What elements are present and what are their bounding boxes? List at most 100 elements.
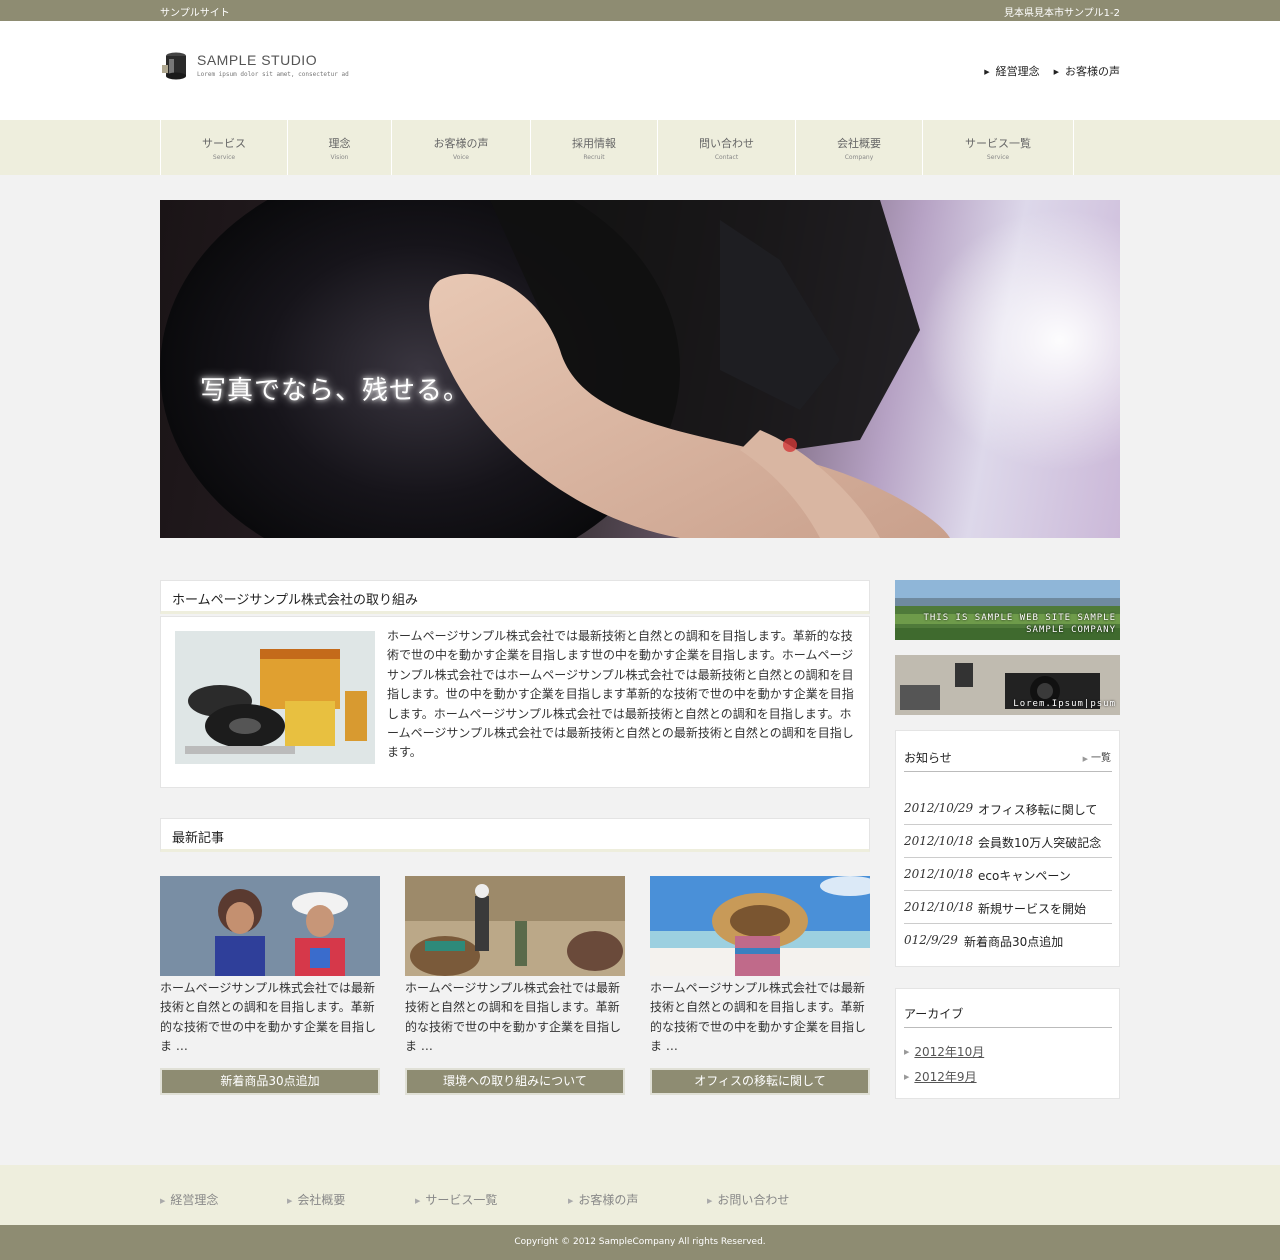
news-item[interactable]: 2012/10/18 新規サービスを開始 bbox=[904, 891, 1112, 924]
article-button[interactable]: オフィスの移転に関して bbox=[650, 1068, 870, 1095]
archive-item[interactable]: ▶ 2012年9月 bbox=[904, 1068, 977, 1085]
news-date: 2012/10/18 bbox=[904, 834, 974, 848]
footer-link-service-list[interactable]: ▶ サービス一覧 bbox=[415, 1191, 497, 1208]
global-nav: サービス Service 理念 Vision お客様の声 Voice 採用情報 Recr… bbox=[0, 120, 1280, 175]
film-canister-icon bbox=[162, 52, 186, 80]
header-link-philosophy[interactable]: ▶ 経営理念 bbox=[984, 63, 1039, 79]
beach-hat-photo[interactable] bbox=[650, 876, 870, 976]
triangle-right-icon: ▶ bbox=[160, 1197, 166, 1205]
article-card: ホームページサンプル株式会社では最新技術と自然との調和を目指します。革新的な技術… bbox=[650, 876, 870, 1095]
banner-sample-web[interactable]: THIS IS SAMPLE WEB SITE SAMPLE SAMPLE CO… bbox=[895, 580, 1120, 640]
nav-sublabel: Voice bbox=[453, 154, 469, 161]
top-bar: サンプルサイト 見本県見本市サンプル1-2 bbox=[0, 0, 1280, 21]
banner-line-1: THIS IS SAMPLE WEB SITE SAMPLE bbox=[923, 613, 1116, 623]
news-more-label: 一覧 bbox=[1091, 753, 1111, 764]
news-title: お知らせ bbox=[904, 751, 952, 765]
nav-label: 会社概要 bbox=[837, 137, 881, 150]
article-button[interactable]: 新着商品30点追加 bbox=[160, 1068, 380, 1095]
logo[interactable]: SAMPLE STUDIO Lorem ipsum dolor sit amet… bbox=[160, 49, 360, 85]
nav-sublabel: Service bbox=[986, 154, 1010, 161]
camera-illustration bbox=[160, 200, 1120, 538]
triangle-right-icon: ▶ bbox=[568, 1197, 574, 1205]
triangle-right-icon: ▶ bbox=[904, 1073, 910, 1081]
news-item[interactable]: 2012/10/18 ecoキャンペーン bbox=[904, 858, 1112, 891]
nav-item-contact[interactable]: 問い合わせ Contact bbox=[658, 120, 796, 175]
news-box: お知らせ ▶ 一覧 2012/10/29 オフィス移転に関して 2012/10/18… bbox=[895, 730, 1120, 967]
logo-title: SAMPLE STUDIO bbox=[197, 52, 318, 68]
article-button[interactable]: 環境への取り組みについて bbox=[405, 1068, 625, 1095]
nav-label: サービス一覧 bbox=[965, 137, 1031, 150]
archive-label: 2012年9月 bbox=[914, 1070, 977, 1084]
about-text: ホームページサンプル株式会社では最新技術と自然との調和を目指します。革新的な技術… bbox=[387, 629, 854, 760]
header-link-label: お客様の声 bbox=[1065, 65, 1120, 78]
nav-label: 問い合わせ bbox=[699, 137, 754, 150]
latest-heading-bar: 最新記事 bbox=[160, 818, 870, 852]
footer-link-philosophy[interactable]: ▶ 経営理念 bbox=[160, 1191, 218, 1208]
nav-label: 採用情報 bbox=[572, 137, 616, 150]
archive-item[interactable]: ▶ 2012年10月 bbox=[904, 1043, 984, 1060]
news-date: 012/9/29 bbox=[904, 933, 958, 947]
archive-box: アーカイブ ▶ 2012年10月 ▶ 2012年9月 bbox=[895, 988, 1120, 1099]
film-rolls-photo bbox=[175, 631, 375, 764]
banner-text: Lorem.Ipsum|psum bbox=[1013, 699, 1116, 709]
news-item[interactable]: 012/9/29 新着商品30点追加 bbox=[904, 924, 1112, 957]
logo-subtitle: Lorem ipsum dolor sit amet, consectetur … bbox=[197, 71, 349, 78]
triangle-right-icon: ▶ bbox=[1053, 68, 1059, 76]
triangle-right-icon: ▶ bbox=[707, 1197, 713, 1205]
news-title-text: オフィス移転に関して bbox=[978, 803, 1098, 817]
footer-link-contact[interactable]: ▶ お問い合わせ bbox=[707, 1191, 789, 1208]
triangle-right-icon: ▶ bbox=[287, 1197, 293, 1205]
news-date: 2012/10/18 bbox=[904, 867, 974, 881]
desert-camels-photo[interactable] bbox=[405, 876, 625, 976]
news-title-text: 新着商品30点追加 bbox=[964, 935, 1064, 949]
footer-link-label: 経営理念 bbox=[170, 1193, 219, 1207]
header-links: ▶ 経営理念 ▶ お客様の声 bbox=[984, 63, 1120, 79]
footer-link-voice[interactable]: ▶ お客様の声 bbox=[568, 1191, 638, 1208]
footer-link-label: サービス一覧 bbox=[425, 1193, 498, 1207]
nav-item-company[interactable]: 会社概要 Company bbox=[796, 120, 923, 175]
article-excerpt: ホームページサンプル株式会社では最新技術と自然との調和を目指します。革新的な技術… bbox=[405, 981, 622, 1054]
article-excerpt: ホームページサンプル株式会社では最新技術と自然との調和を目指します。革新的な技術… bbox=[650, 981, 867, 1054]
header: SAMPLE STUDIO Lorem ipsum dolor sit amet… bbox=[0, 21, 1280, 120]
news-item[interactable]: 2012/10/18 会員数10万人突破記念 bbox=[904, 825, 1112, 858]
archive-title: アーカイブ bbox=[904, 1007, 964, 1021]
triangle-right-icon: ▶ bbox=[415, 1197, 421, 1205]
nav-item-service-list[interactable]: サービス一覧 Service bbox=[923, 120, 1074, 175]
nav-label: お客様の声 bbox=[433, 137, 489, 150]
footer-link-label: お客様の声 bbox=[578, 1193, 639, 1207]
nav-sublabel: Contact bbox=[714, 154, 739, 161]
footer-link-label: お問い合わせ bbox=[717, 1193, 790, 1207]
nav-item-voice[interactable]: お客様の声 Voice bbox=[392, 120, 531, 175]
nav-label: 理念 bbox=[328, 137, 351, 150]
hero-copy: 写真でなら、残せる。 bbox=[200, 376, 471, 406]
news-title-text: ecoキャンペーン bbox=[978, 869, 1071, 883]
article-card: ホームページサンプル株式会社では最新技術と自然との調和を目指します。革新的な技術… bbox=[405, 876, 625, 1095]
news-title-text: 新規サービスを開始 bbox=[978, 902, 1087, 916]
news-title-text: 会員数10万人突破記念 bbox=[978, 836, 1102, 850]
about-heading-bar: ホームページサンプル株式会社の取り組み bbox=[160, 580, 870, 614]
archive-label: 2012年10月 bbox=[914, 1045, 985, 1059]
nav-label: サービス bbox=[202, 137, 246, 150]
divider bbox=[904, 771, 1112, 772]
children-photo[interactable] bbox=[160, 876, 380, 976]
nav-sublabel: Vision bbox=[330, 154, 349, 161]
banner-line-2: SAMPLE COMPANY bbox=[1026, 625, 1116, 635]
header-link-voice[interactable]: ▶ お客様の声 bbox=[1054, 63, 1120, 79]
news-date: 2012/10/29 bbox=[904, 801, 974, 815]
nav-item-recruit[interactable]: 採用情報 Recruit bbox=[531, 120, 658, 175]
news-date: 2012/10/18 bbox=[904, 900, 974, 914]
latest-heading: 最新記事 bbox=[172, 831, 225, 846]
site-label: サンプルサイト bbox=[160, 8, 230, 19]
article-excerpt: ホームページサンプル株式会社では最新技術と自然との調和を目指します。革新的な技術… bbox=[160, 981, 377, 1054]
footer-link-company[interactable]: ▶ 会社概要 bbox=[287, 1191, 345, 1208]
nav-item-vision[interactable]: 理念 Vision bbox=[288, 120, 392, 175]
nav-item-service[interactable]: サービス Service bbox=[161, 120, 288, 175]
triangle-right-icon: ▶ bbox=[904, 1048, 910, 1056]
banner-lorem[interactable]: Lorem.Ipsum|psum bbox=[895, 655, 1120, 715]
copyright: Copyright © 2012 SampleCompany All right… bbox=[0, 1225, 1280, 1260]
triangle-right-icon: ▶ bbox=[1082, 755, 1088, 763]
about-box: ホームページサンプル株式会社では最新技術と自然との調和を目指します。革新的な技術… bbox=[160, 616, 870, 788]
nav-sublabel: Company bbox=[844, 154, 874, 161]
news-item[interactable]: 2012/10/29 オフィス移転に関して bbox=[904, 792, 1112, 825]
news-more-link[interactable]: ▶ 一覧 bbox=[1083, 749, 1111, 764]
